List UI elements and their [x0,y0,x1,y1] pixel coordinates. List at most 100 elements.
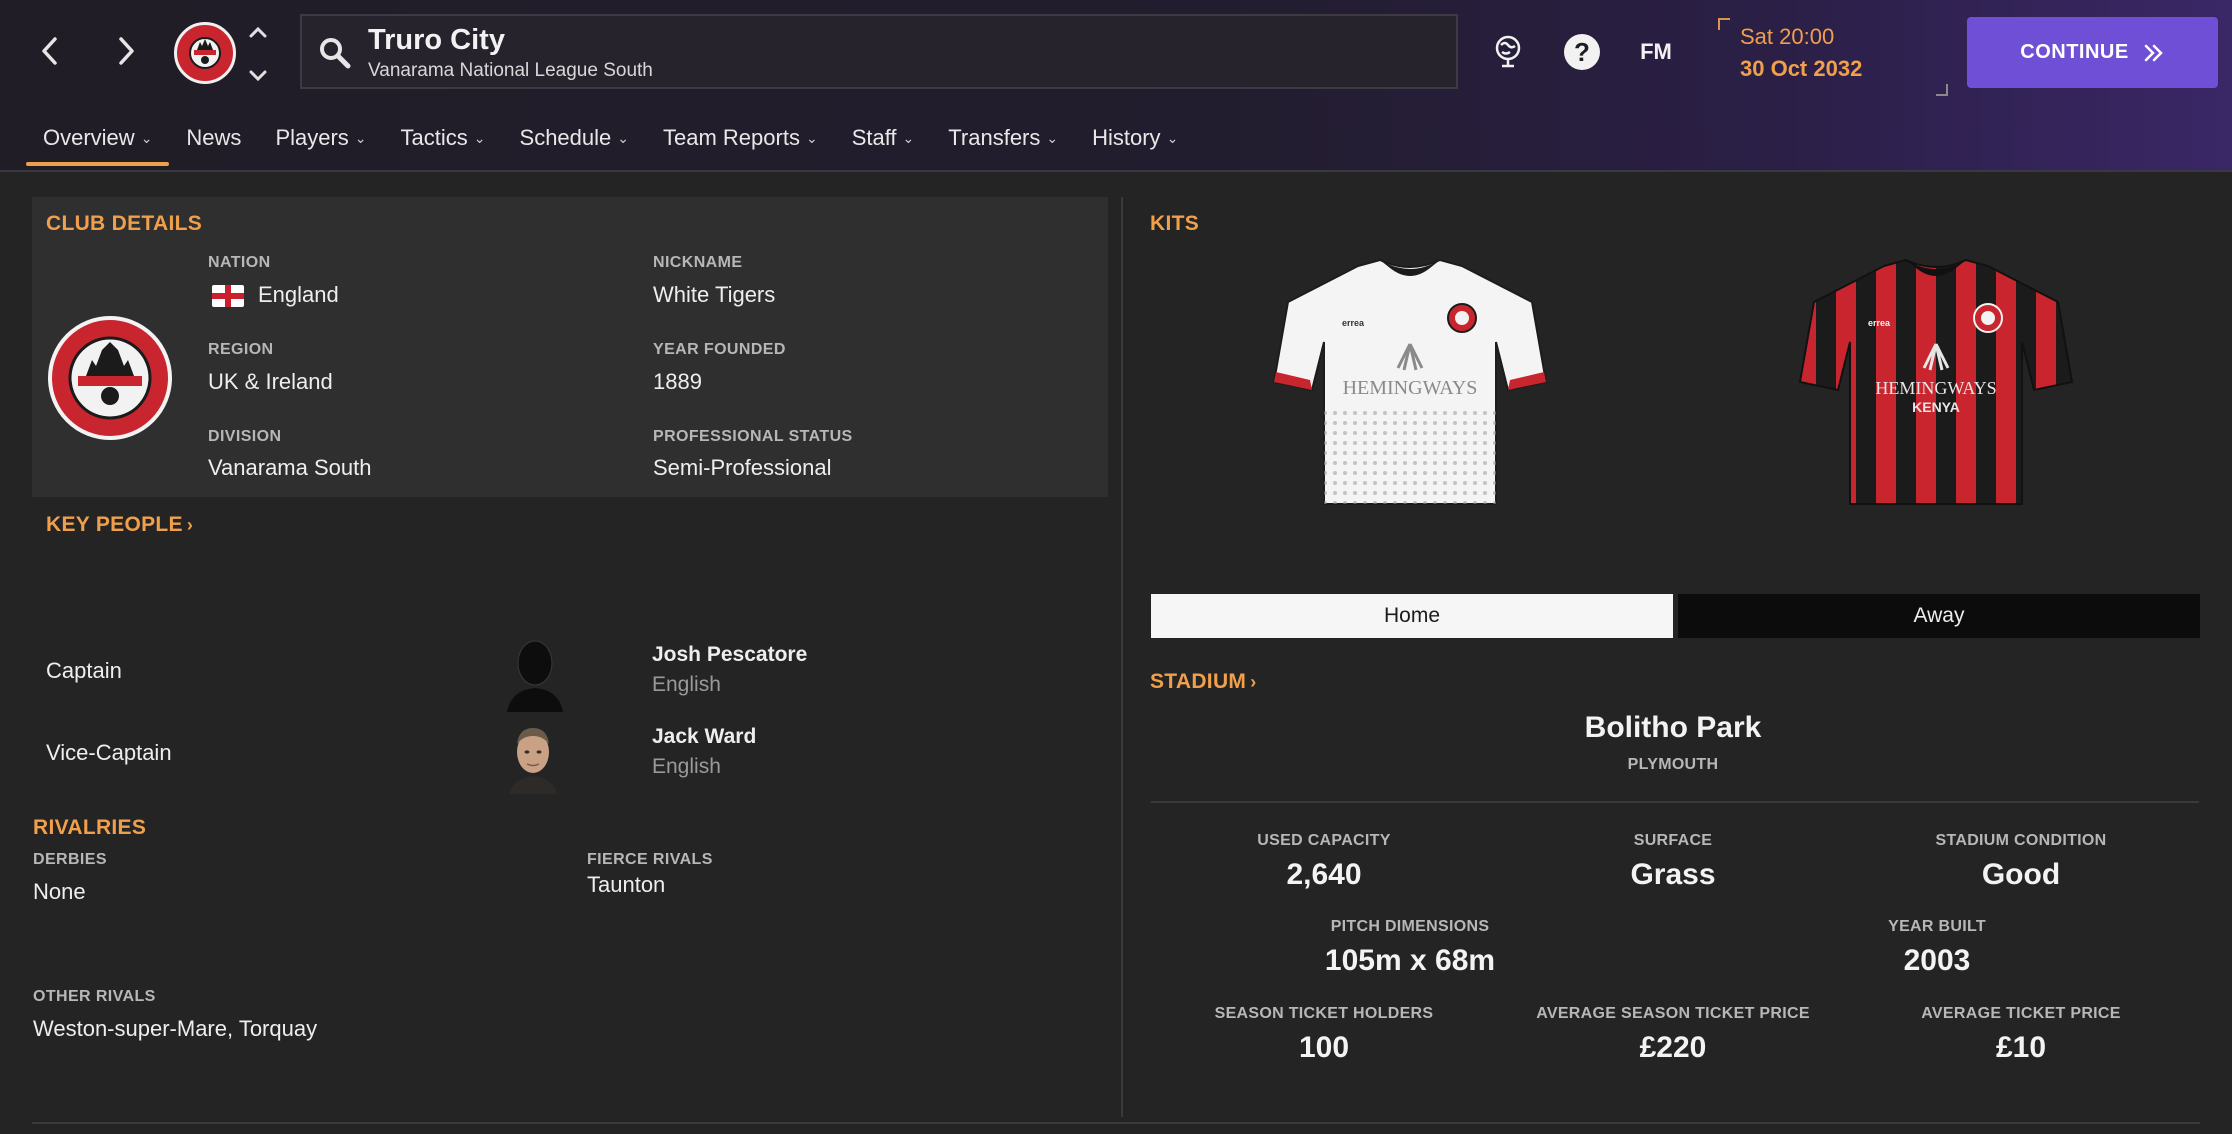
chevron-down-icon: ⌄ [805,129,818,146]
date-day-time: Sat 20:00 [1740,24,1835,49]
bottom-divider [32,1122,2200,1124]
away-kit-shirt[interactable]: errea HEMINGWAYS KENYA [1796,258,2076,508]
tab-news[interactable]: News [169,114,258,162]
professional-status-value: Semi-Professional [653,455,832,480]
captain-silhouette-avatar[interactable] [505,636,565,712]
pitch-dimensions-label: PITCH DIMENSIONS [1330,918,1490,935]
tab-label: Transfers [948,125,1041,150]
pitch-dimensions-value: 105m x 68m [1324,944,1496,977]
back-arrow-icon[interactable] [28,26,72,76]
svg-text:errea: errea [1342,318,1365,328]
year-founded-label: YEAR FOUNDED [653,341,786,358]
tab-label: Overview [43,125,135,150]
rivalries-title: RIVALRIES [33,816,147,839]
nickname-label: NICKNAME [653,254,743,271]
tab-label: History [1092,125,1161,150]
home-kit-tab-label: Home [1383,604,1441,627]
away-kit-sponsor-line2: KENYA [1912,399,1960,415]
double-chevron-right-icon [2144,44,2163,61]
season-ticket-holders-label: SEASON TICKET HOLDERS [1214,1005,1434,1022]
continue-button[interactable]: CONTINUE [1967,17,2218,88]
tab-label: Schedule [519,125,612,150]
home-kit-shirt[interactable]: errea HEMINGWAYS [1270,258,1550,508]
chevron-right-icon: › [186,514,194,535]
region-value: UK & Ireland [208,369,333,394]
surface-label: SURFACE [1633,832,1713,849]
average-season-ticket-price-value: £220 [1639,1031,1707,1064]
stadium-name[interactable]: Bolitho Park [1585,711,1762,745]
stadium-condition-label: STADIUM CONDITION [1935,832,2107,849]
tab-history[interactable]: History ⌄ [1075,114,1195,162]
chevron-down-icon: ⌄ [902,129,915,146]
stadium-divider [1151,801,2199,803]
league-subtitle: Vanarama National League South [368,60,653,81]
kits-title: KITS [1150,212,1200,235]
date-corner-decoration [1718,18,1730,30]
tab-players[interactable]: Players ⌄ [258,114,383,162]
club-badge[interactable] [174,22,236,84]
game-date[interactable]: Sat 20:00 30 Oct 2032 [1716,18,1948,96]
nickname-value: White Tigers [653,282,776,307]
division-value[interactable]: Vanarama South [208,455,371,481]
average-ticket-price-label: AVERAGE TICKET PRICE [1921,1005,2121,1022]
vice-captain-photo-avatar[interactable] [503,718,563,794]
chevron-up-icon[interactable] [249,26,267,38]
column-divider [1121,197,1123,1117]
tab-overview[interactable]: Overview ⌄ [26,114,170,166]
forward-arrow-icon[interactable] [104,26,148,76]
chevron-down-icon[interactable] [249,70,267,82]
search-bar[interactable]: Truro City Vanarama National League Sout… [300,14,1458,89]
key-people-link[interactable]: KEY PEOPLE › [46,513,193,537]
search-icon [320,38,351,69]
fierce-rivals-label: FIERCE RIVALS [587,851,713,868]
club-details-panel [32,197,1108,497]
england-flag-icon [212,285,244,307]
average-season-ticket-price-label: AVERAGE SEASON TICKET PRICE [1536,1005,1810,1022]
tab-label: Players [275,125,349,150]
home-kit-tab[interactable]: Home [1151,594,1673,638]
club-crest [48,316,172,440]
away-kit-tab[interactable]: Away [1678,594,2200,638]
average-ticket-price-value: £10 [1995,1031,2047,1064]
tab-label: Staff [851,125,897,150]
globe-icon[interactable] [1488,30,1528,74]
fierce-rivals-value[interactable]: Taunton [587,872,665,898]
fm-menu-icon[interactable]: FM [1634,30,1678,74]
captain-role: Captain [46,658,122,683]
club-switch-arrows[interactable] [244,26,272,82]
tab-tactics[interactable]: Tactics ⌄ [384,114,503,162]
date-full: 30 Oct 2032 [1740,56,1863,81]
surface-value: Grass [1630,858,1716,891]
stadium-city: PLYMOUTH [1627,756,1719,773]
captain-name[interactable]: Josh Pescatore [652,643,807,667]
chevron-down-icon: ⌄ [354,129,367,146]
vice-captain-nationality: English [652,755,721,778]
vice-captain-role: Vice-Captain [46,740,172,765]
professional-status-label: PROFESSIONAL STATUS [653,428,853,445]
svg-text:errea: errea [1868,318,1891,328]
used-capacity-value: 2,640 [1286,858,1362,891]
main-tabs: Overview ⌄ News Players ⌄ Tactics ⌄ Sche… [26,114,1195,166]
other-rivals-value[interactable]: Weston-super-Mare, Torquay [33,1016,317,1042]
division-label: DIVISION [208,428,282,445]
away-kit-tab-label: Away [1913,604,1965,627]
tab-schedule[interactable]: Schedule ⌄ [503,114,646,162]
page-title: Truro City [368,24,505,56]
tab-transfers[interactable]: Transfers ⌄ [931,114,1075,162]
tab-team-reports[interactable]: Team Reports ⌄ [646,114,835,162]
tab-label: News [186,125,242,150]
vice-captain-name[interactable]: Jack Ward [652,725,756,749]
chevron-right-icon: › [1250,671,1257,692]
away-kit-sponsor: HEMINGWAYS [1875,378,1996,398]
year-founded-value: 1889 [653,369,702,394]
stadium-link[interactable]: STADIUM › [1150,670,1257,694]
tab-label: Tactics [400,125,468,150]
year-built-value: 2003 [1903,944,1971,977]
help-icon[interactable]: ? [1562,30,1602,74]
continue-label: CONTINUE [2020,41,2129,63]
stadium-condition-value: Good [1981,858,2061,891]
chevron-down-icon: ⌄ [1166,129,1179,146]
used-capacity-label: USED CAPACITY [1257,832,1391,849]
tab-staff[interactable]: Staff ⌄ [835,114,932,162]
nation-value[interactable]: England [258,282,339,308]
